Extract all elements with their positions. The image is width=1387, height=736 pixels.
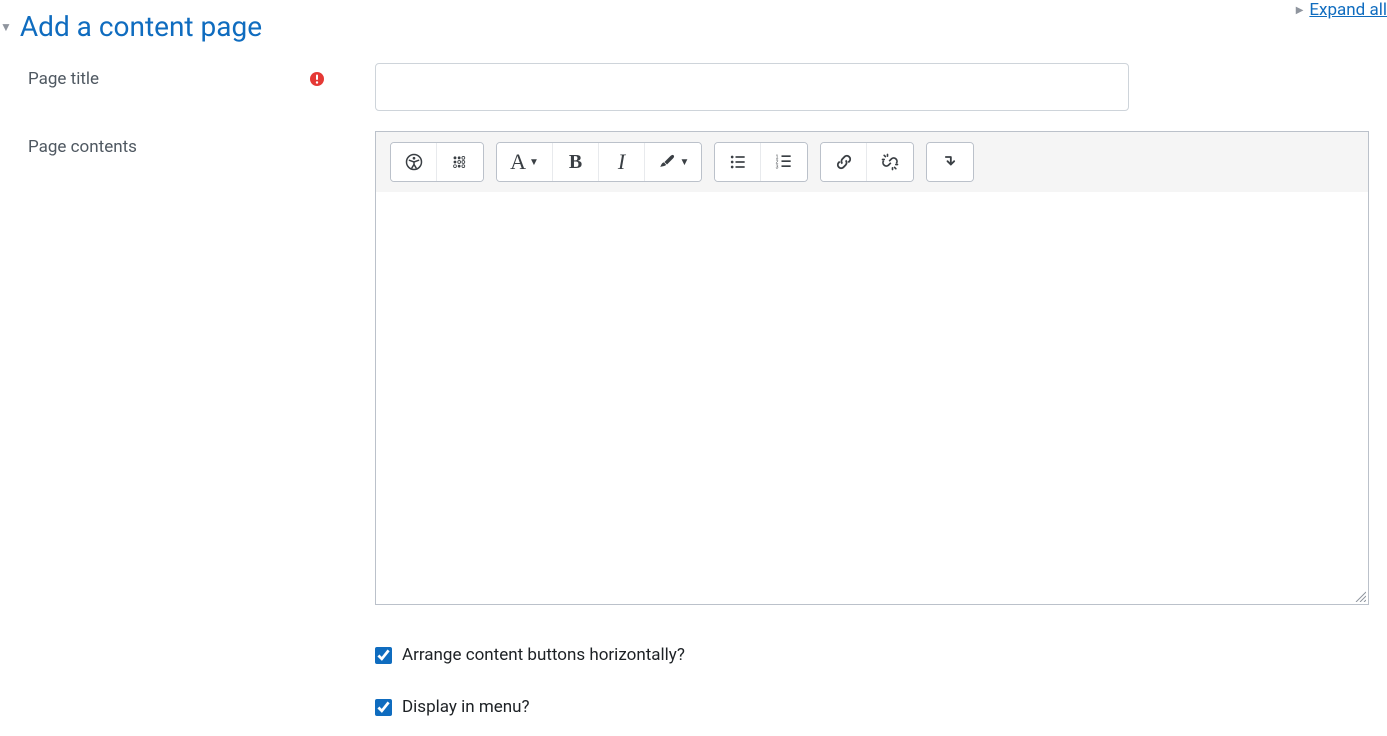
braille-icon [450,152,470,172]
italic-button[interactable]: I [599,143,645,181]
editor-content-area[interactable] [376,192,1368,604]
list-ol-icon: 1 2 3 [774,152,794,172]
show-more-button[interactable] [927,143,973,181]
accessibility-button[interactable] [391,143,437,181]
formatting-dropdown-button[interactable]: ▼ [645,143,701,181]
caret-down-icon: ▼ [680,157,690,168]
rich-text-editor: A ▼ B I ▼ [375,131,1369,605]
arrange-horizontally-label: Arrange content buttons horizontally? [402,645,685,665]
expand-all-label: Expand all [1309,0,1387,20]
italic-icon: I [618,149,625,175]
bold-button[interactable]: B [553,143,599,181]
chevron-down-icon: ▼ [0,20,12,34]
display-in-menu-label: Display in menu? [402,697,530,717]
expand-all-link[interactable]: ▶ Expand all [1296,0,1387,20]
page-contents-label: Page contents [28,137,137,157]
section-toggle[interactable]: ▼ Add a content page [0,10,1387,43]
arrange-horizontally-checkbox[interactable] [375,647,392,664]
ordered-list-button[interactable]: 1 2 3 [761,143,807,181]
brush-icon [657,152,677,172]
styles-dropdown-button[interactable]: A ▼ [497,143,553,181]
display-in-menu-checkbox[interactable] [375,699,392,716]
resize-handle[interactable] [1354,590,1366,602]
page-title-label: Page title [28,69,99,89]
bold-icon: B [569,151,582,174]
unlink-icon [880,152,900,172]
unlink-button[interactable] [867,143,913,181]
editor-toolbar: A ▼ B I ▼ [376,132,1368,192]
page-title-input[interactable] [375,63,1129,111]
required-icon [309,71,325,87]
list-ul-icon [728,152,748,172]
section-title: Add a content page [20,10,262,43]
screenreader-button[interactable] [437,143,483,181]
caret-down-icon: ▼ [529,157,539,168]
link-icon [834,152,854,172]
accessibility-icon [404,152,424,172]
styles-icon: A [510,149,526,175]
unordered-list-button[interactable] [715,143,761,181]
arrow-down-icon [940,152,960,172]
svg-text:3: 3 [776,165,779,171]
link-button[interactable] [821,143,867,181]
chevron-right-icon: ▶ [1296,5,1304,16]
